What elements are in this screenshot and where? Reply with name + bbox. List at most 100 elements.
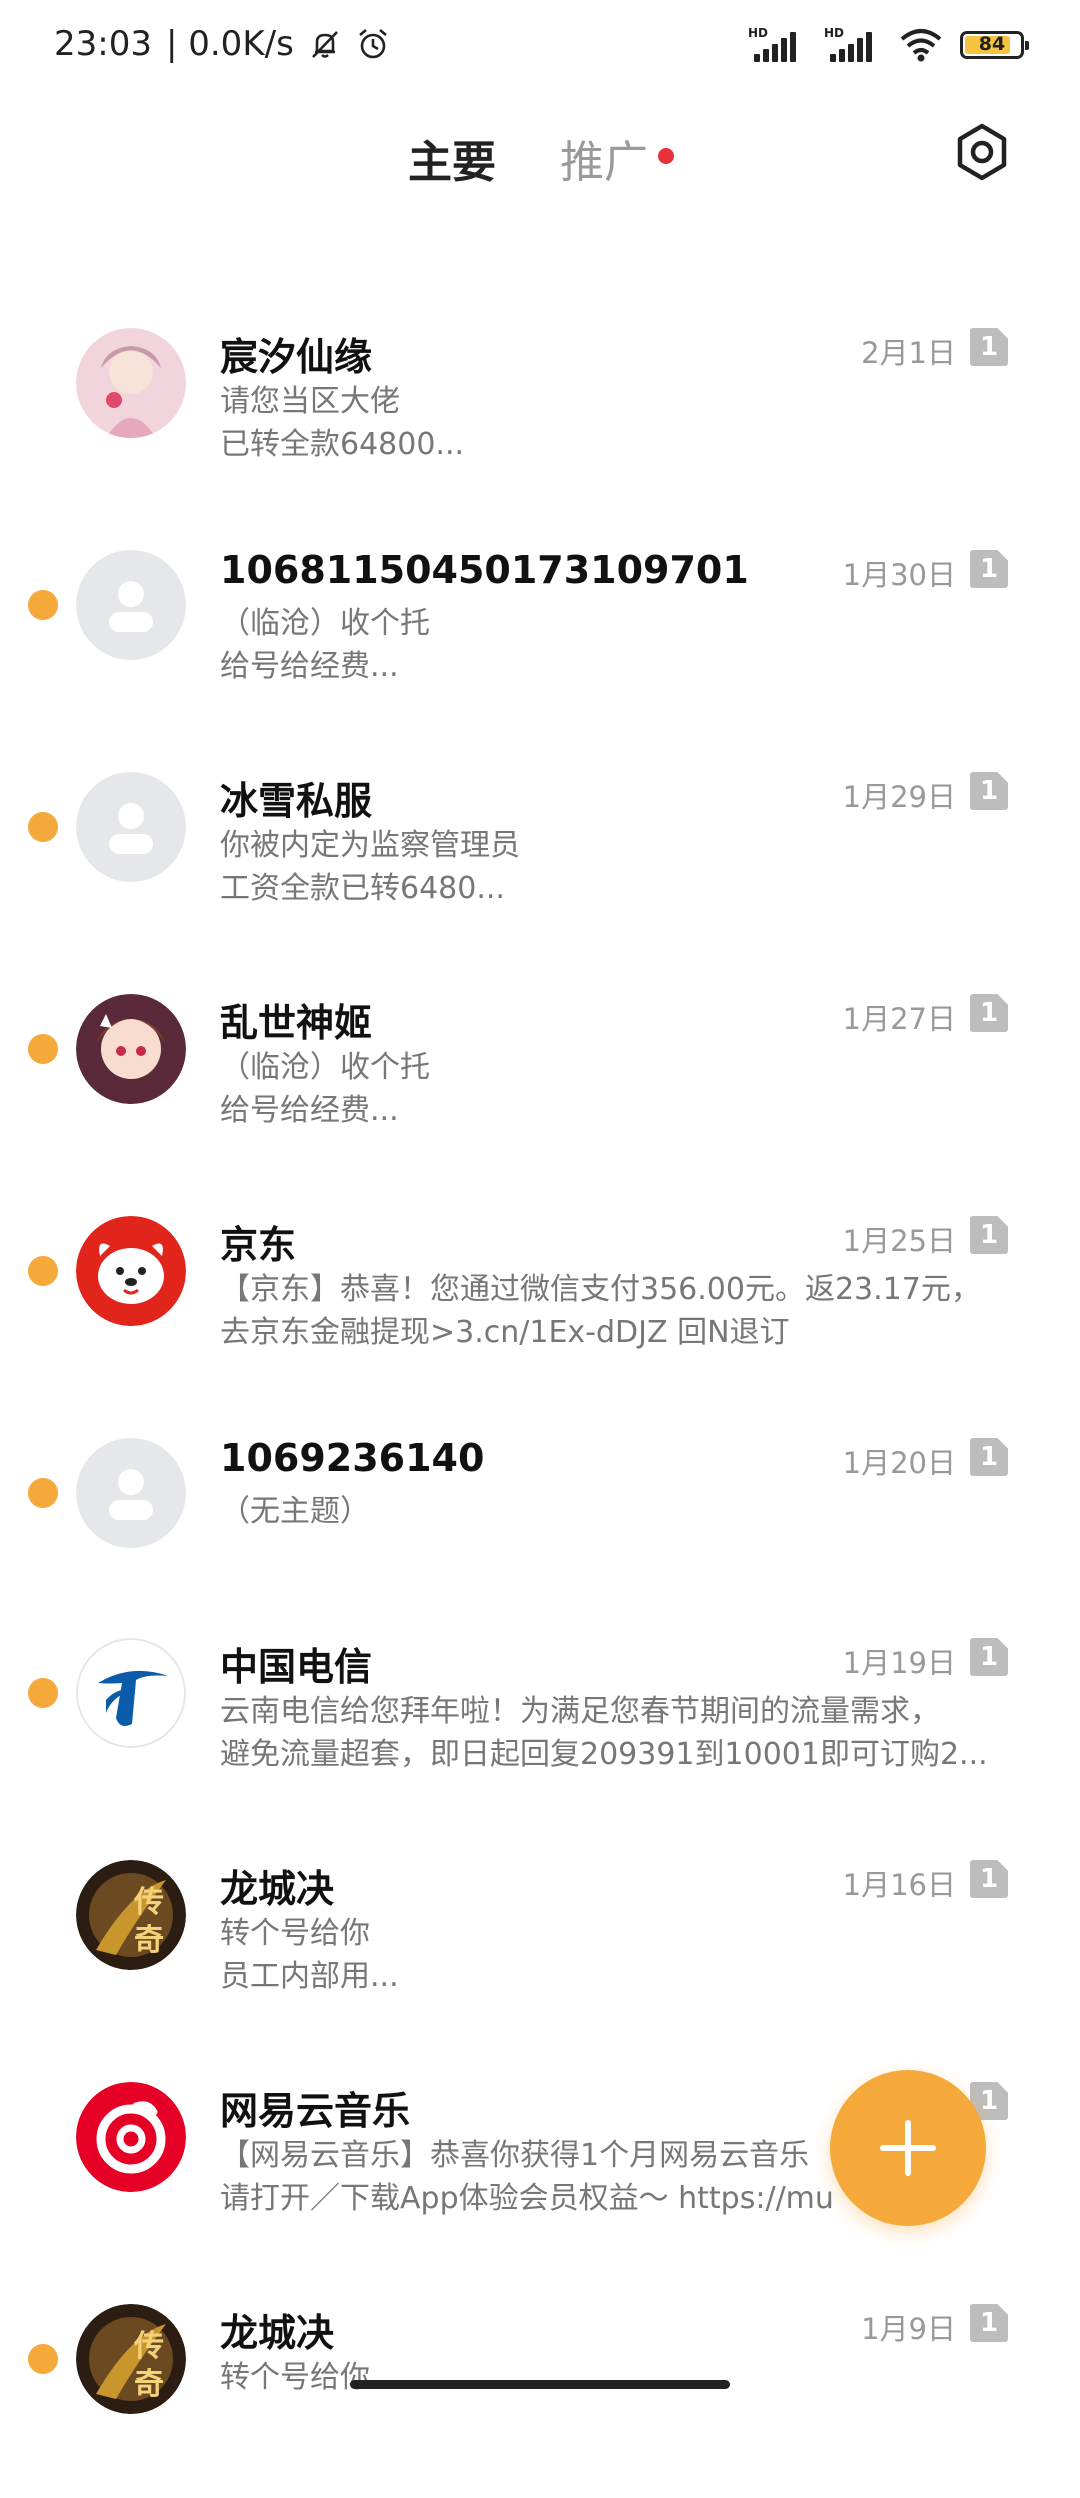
message-date: 1月25日 bbox=[842, 1224, 956, 1258]
preview-line: 请您当区大佬 bbox=[220, 384, 400, 419]
conversation-item[interactable]: 1069236140 1月20日 1 （无主题） bbox=[0, 1410, 1080, 1632]
avatar[interactable] bbox=[76, 1638, 186, 1748]
contact-name: 京东 bbox=[220, 1223, 297, 1267]
sim-card-icon: 1 bbox=[970, 328, 1008, 366]
preview-line: 给号给经费... bbox=[220, 1093, 399, 1128]
message-date: 1月30日 bbox=[842, 558, 956, 592]
avatar[interactable] bbox=[76, 550, 186, 660]
tab-main[interactable]: 主要 bbox=[408, 126, 496, 190]
message-preview: （无主题） bbox=[220, 1490, 1000, 1533]
avatar[interactable]: 传奇 bbox=[76, 1860, 186, 1970]
preview-line: （临沧）收个托 bbox=[220, 606, 430, 641]
settings-gear-icon[interactable] bbox=[950, 120, 1014, 184]
contact-name: 冰雪私服 bbox=[220, 779, 373, 823]
contact-name: 10681150450173109701 bbox=[220, 548, 749, 592]
sim-card-icon: 1 bbox=[970, 772, 1008, 810]
preview-line: 避免流量超套，即日起回复209391到10001即可订购2... bbox=[220, 1737, 988, 1772]
preview-line: 【京东】恭喜！您通过微信支付356.00元。返23.17元， bbox=[220, 1272, 981, 1307]
contact-name: 网易云音乐 bbox=[220, 2089, 411, 2133]
signal-sim1-icon: HD bbox=[748, 26, 806, 64]
preview-line: 转个号给你 bbox=[220, 1916, 370, 1951]
sim-card-icon: 1 bbox=[970, 1860, 1008, 1898]
unread-dot bbox=[28, 1034, 58, 1064]
sim-card-icon: 1 bbox=[970, 994, 1008, 1032]
sim-card-icon: 1 bbox=[970, 550, 1008, 588]
message-date: 1月27日 bbox=[842, 1002, 956, 1036]
battery-level: 84 bbox=[978, 33, 1006, 55]
avatar[interactable] bbox=[76, 1216, 186, 1326]
network-speed: | 0.0K/s bbox=[165, 24, 294, 64]
unread-dot bbox=[28, 1678, 58, 1708]
avatar[interactable]: 传奇 bbox=[76, 2304, 186, 2414]
preview-line: 已转全款64800... bbox=[220, 427, 465, 462]
header: 主要 推广 bbox=[0, 110, 1080, 200]
sim-card-icon: 1 bbox=[970, 1438, 1008, 1476]
status-bar: 23:03 | 0.0K/s HD HD 84 bbox=[0, 0, 1080, 96]
preview-line: 你被内定为监察管理员 bbox=[220, 828, 520, 863]
message-date: 1月9日 bbox=[861, 2312, 956, 2346]
preview-line: 转个号给你 bbox=[220, 2360, 370, 2395]
svg-text:传: 传 bbox=[133, 2329, 164, 2364]
preview-line: （临沧）收个托 bbox=[220, 1050, 430, 1085]
message-date: 1月19日 bbox=[842, 1646, 956, 1680]
status-right: HD HD 84 bbox=[748, 26, 1029, 64]
message-date: 2月1日 bbox=[861, 336, 956, 370]
preview-line: 员工内部用... bbox=[220, 1959, 399, 1994]
avatar[interactable] bbox=[76, 994, 186, 1104]
sim-card-icon: 1 bbox=[970, 1638, 1008, 1676]
battery-icon: 84 bbox=[960, 31, 1029, 59]
conversation-item[interactable]: 中国电信 1月19日 1 云南电信给您拜年啦！为满足您春节期间的流量需求， 避免流量超套… bbox=[0, 1610, 1080, 1832]
unread-dot bbox=[28, 1256, 58, 1286]
svg-text:奇: 奇 bbox=[134, 1923, 164, 1958]
unread-dot bbox=[28, 812, 58, 842]
conversation-item[interactable]: 10681150450173109701 1月30日 1 （临沧）收个托 给号给经费..… bbox=[0, 522, 1080, 744]
sim-card-icon: 1 bbox=[970, 2304, 1008, 2342]
unread-dot bbox=[28, 1478, 58, 1508]
preview-line: （无主题） bbox=[220, 1494, 370, 1529]
mute-bell-icon bbox=[311, 31, 338, 58]
signal-sim2-icon: HD bbox=[824, 26, 882, 64]
avatar[interactable] bbox=[76, 328, 186, 438]
contact-name: 龙城决 bbox=[220, 1867, 335, 1911]
message-preview: 云南电信给您拜年啦！为满足您春节期间的流量需求， 避免流量超套，即日起回复2093… bbox=[220, 1690, 1000, 1776]
alarm-clock-icon bbox=[358, 29, 387, 59]
message-preview: （临沧）收个托 给号给经费... bbox=[220, 602, 1000, 688]
message-preview: 你被内定为监察管理员 工资全款已转6480... bbox=[220, 824, 1000, 910]
message-preview: 【京东】恭喜！您通过微信支付356.00元。返23.17元， 去京东金融提现>3.… bbox=[220, 1268, 1000, 1354]
message-preview: （临沧）收个托 给号给经费... bbox=[220, 1046, 1000, 1132]
conversation-item[interactable]: 传奇龙城决 1月16日 1 转个号给你 员工内部用... bbox=[0, 1832, 1080, 2054]
contact-name: 中国电信 bbox=[220, 1645, 373, 1689]
message-preview: 转个号给你员工内部用... bbox=[220, 1912, 1000, 1998]
message-date: 1月20日 bbox=[842, 1446, 956, 1480]
unread-dot bbox=[28, 590, 58, 620]
contact-name: 宸汐仙缘 bbox=[220, 335, 373, 379]
promo-badge-dot bbox=[658, 148, 674, 164]
avatar[interactable] bbox=[76, 1438, 186, 1548]
conversation-item[interactable]: 宸汐仙缘 2月1日 1 请您当区大佬已转全款64800... bbox=[0, 300, 1080, 522]
avatar[interactable] bbox=[76, 2082, 186, 2192]
contact-name: 龙城决 bbox=[220, 2311, 335, 2355]
conversation-item[interactable]: 京东 1月25日 1 【京东】恭喜！您通过微信支付356.00元。返23.17元， 去京… bbox=[0, 1188, 1080, 1410]
new-message-fab[interactable] bbox=[830, 2070, 986, 2226]
conversation-item[interactable]: 冰雪私服 1月29日 1 你被内定为监察管理员 工资全款已转6480... bbox=[0, 744, 1080, 966]
status-time: 23:03 bbox=[54, 24, 152, 64]
wifi-icon bbox=[900, 29, 942, 62]
preview-line: 去京东金融提现>3.cn/1Ex-dDJZ 回N退订 bbox=[220, 1315, 790, 1350]
svg-text:传: 传 bbox=[133, 1885, 164, 1920]
unread-dot bbox=[28, 2344, 58, 2374]
message-preview: 转个号给你 bbox=[220, 2356, 1000, 2399]
tab-promo[interactable]: 推广 bbox=[560, 126, 648, 190]
message-date: 1月29日 bbox=[842, 780, 956, 814]
conversation-item[interactable]: 乱世神姬 1月27日 1 （临沧）收个托 给号给经费... bbox=[0, 966, 1080, 1188]
home-indicator[interactable] bbox=[350, 2380, 730, 2389]
preview-line: 云南电信给您拜年啦！为满足您春节期间的流量需求， bbox=[220, 1694, 940, 1729]
svg-text:奇: 奇 bbox=[134, 2367, 164, 2402]
preview-line: 给号给经费... bbox=[220, 649, 399, 684]
avatar[interactable] bbox=[76, 772, 186, 882]
status-left: 23:03 | 0.0K/s bbox=[54, 24, 390, 64]
contact-name: 乱世神姬 bbox=[220, 1001, 373, 1045]
sim-card-icon: 1 bbox=[970, 1216, 1008, 1254]
preview-line: 工资全款已转6480... bbox=[220, 871, 505, 906]
contact-name: 1069236140 bbox=[220, 1436, 485, 1480]
message-date: 1月16日 bbox=[842, 1868, 956, 1902]
